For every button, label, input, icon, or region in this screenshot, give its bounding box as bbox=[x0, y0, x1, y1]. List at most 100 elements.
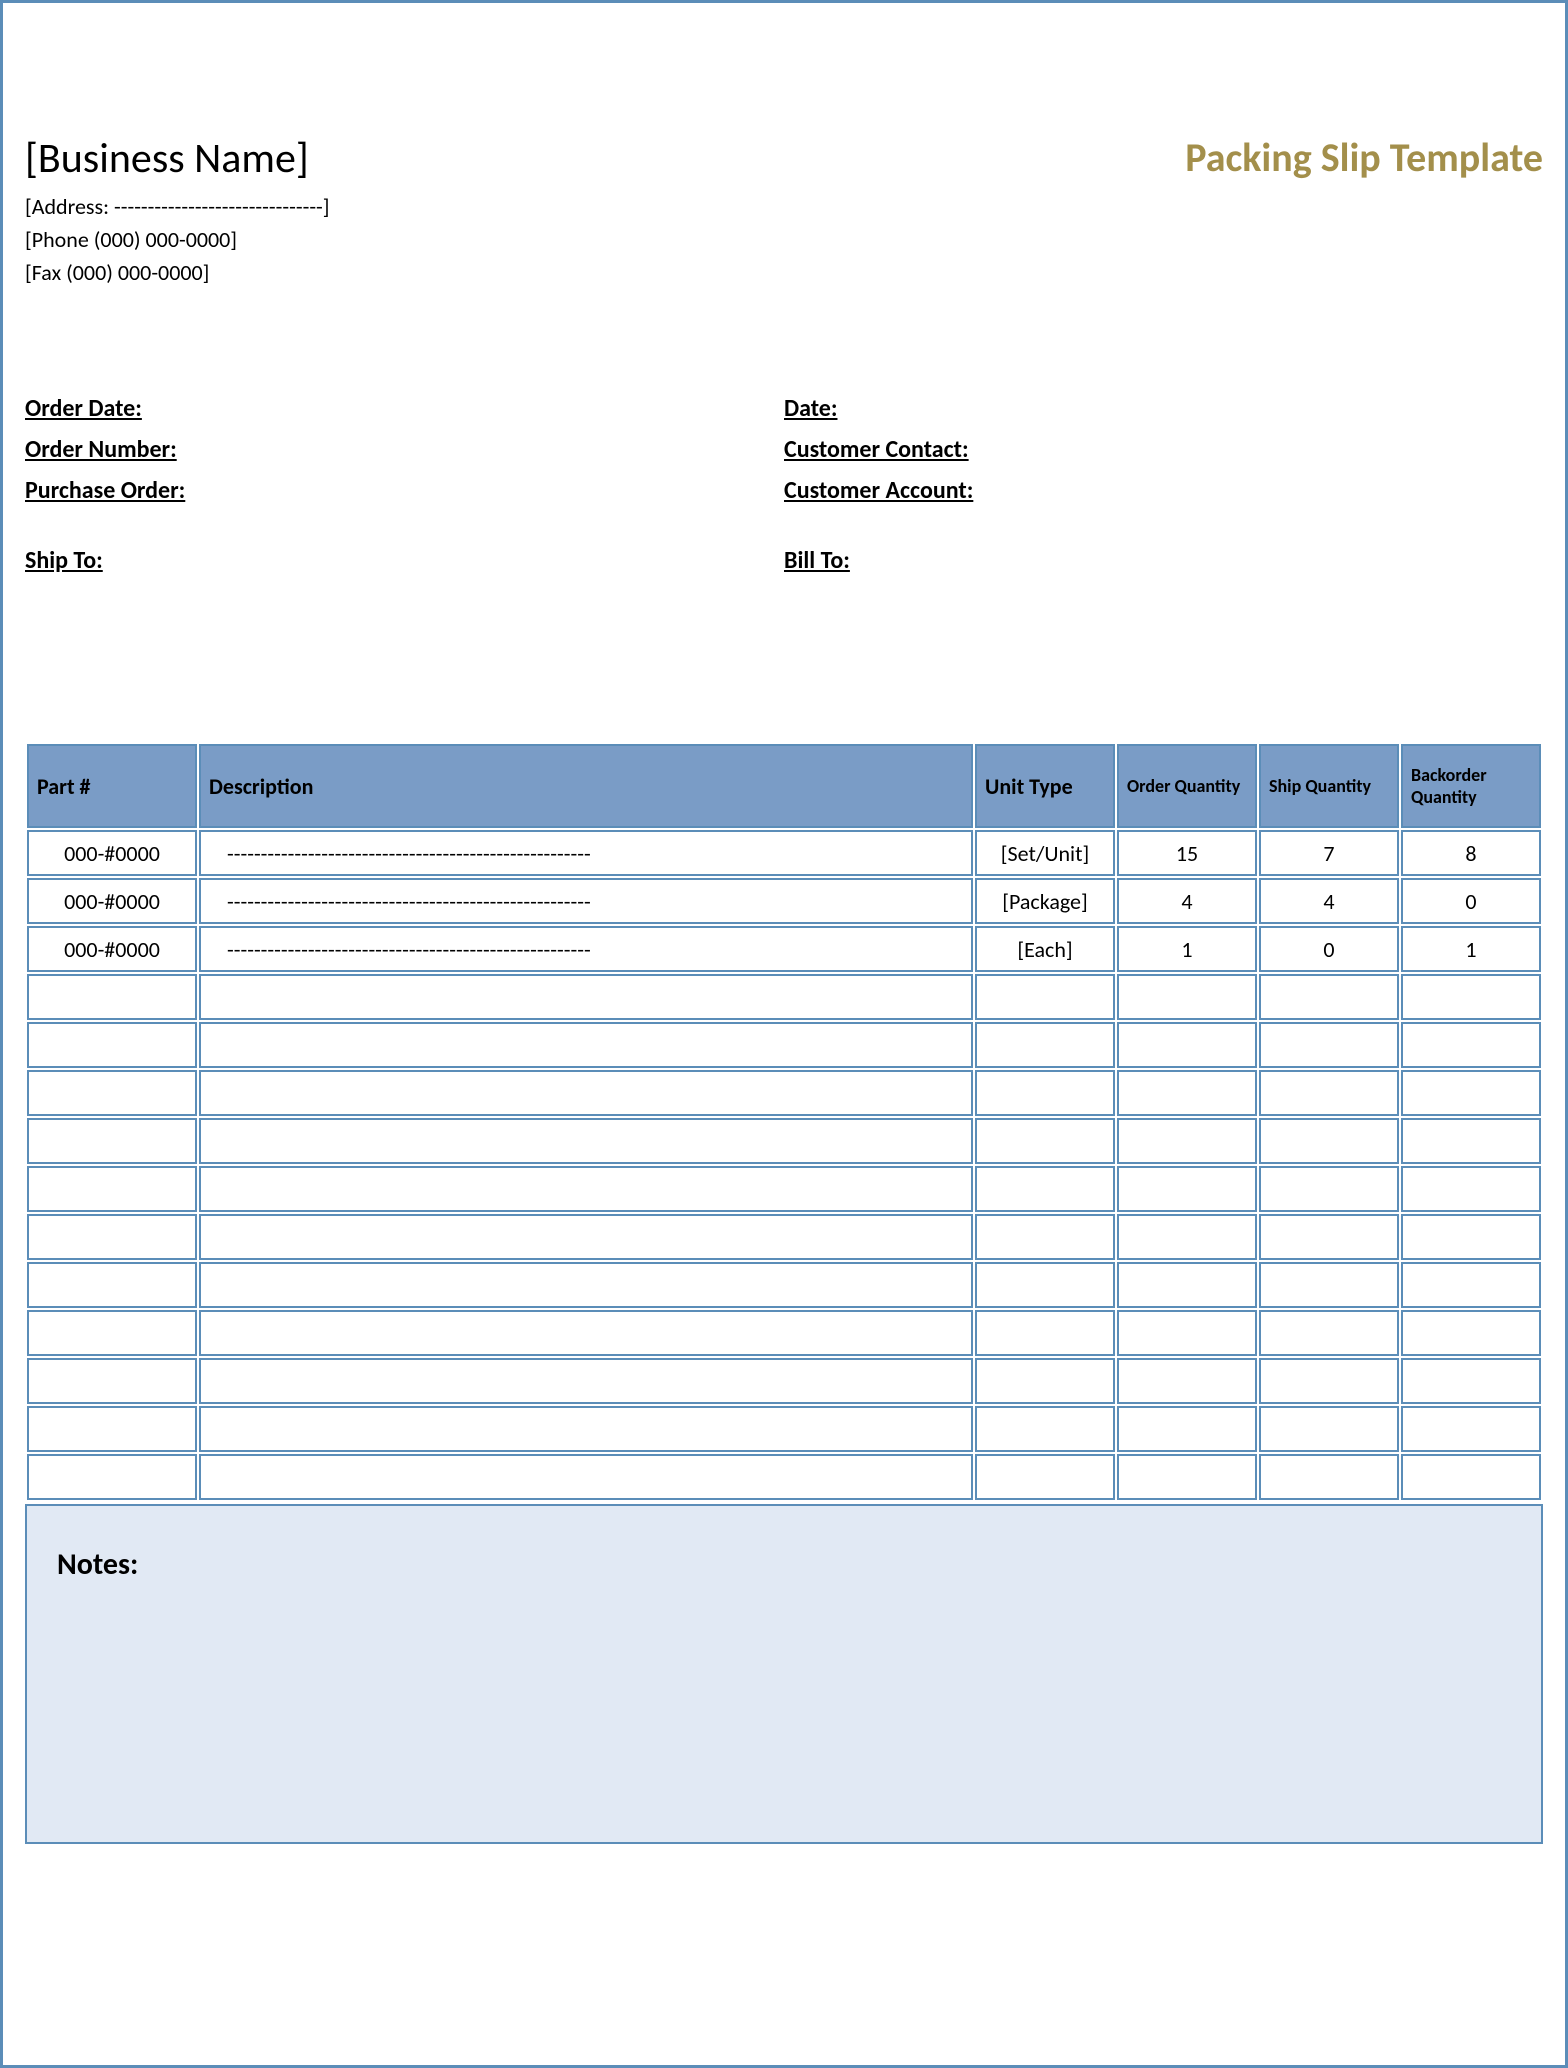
cell-empty bbox=[1401, 1454, 1541, 1500]
table-row: 000-#0000-------------------------------… bbox=[27, 926, 1541, 972]
cell-empty bbox=[27, 1118, 197, 1164]
cell-empty bbox=[27, 974, 197, 1020]
cell-empty bbox=[1259, 974, 1399, 1020]
cell-empty bbox=[1117, 1310, 1257, 1356]
cell-ship-qty: 7 bbox=[1259, 830, 1399, 876]
table-row bbox=[27, 974, 1541, 1020]
cell-empty bbox=[1401, 1310, 1541, 1356]
cell-backorder-qty: 0 bbox=[1401, 878, 1541, 924]
cell-empty bbox=[27, 1070, 197, 1116]
cell-empty bbox=[975, 1358, 1115, 1404]
cell-unit-type: [Set/Unit] bbox=[975, 830, 1115, 876]
cell-unit-type: [Each] bbox=[975, 926, 1115, 972]
cell-empty bbox=[27, 1166, 197, 1212]
cell-empty bbox=[1117, 1406, 1257, 1452]
cell-empty bbox=[1117, 1070, 1257, 1116]
page-border: [Business Name] [Address: --------------… bbox=[0, 0, 1568, 2068]
cell-empty bbox=[199, 1454, 973, 1500]
cell-empty bbox=[1117, 1118, 1257, 1164]
cell-empty bbox=[1259, 1262, 1399, 1308]
order-date-label: Order Date: bbox=[25, 389, 784, 430]
cell-empty bbox=[1117, 1166, 1257, 1212]
cell-part: 000-#0000 bbox=[27, 830, 197, 876]
cell-empty bbox=[1401, 1118, 1541, 1164]
cell-empty bbox=[1117, 1214, 1257, 1260]
bill-to-label: Bill To: bbox=[784, 541, 1543, 582]
cell-empty bbox=[1117, 1022, 1257, 1068]
cell-empty bbox=[975, 1214, 1115, 1260]
cell-empty bbox=[199, 974, 973, 1020]
cell-description: ----------------------------------------… bbox=[199, 926, 973, 972]
cell-empty bbox=[975, 1406, 1115, 1452]
cell-empty bbox=[199, 1358, 973, 1404]
cell-order-qty: 1 bbox=[1117, 926, 1257, 972]
cell-empty bbox=[1401, 1214, 1541, 1260]
table-row bbox=[27, 1166, 1541, 1212]
cell-empty bbox=[1401, 1406, 1541, 1452]
cell-unit-type: [Package] bbox=[975, 878, 1115, 924]
header-order-qty: Order Quantity bbox=[1117, 744, 1257, 828]
cell-empty bbox=[27, 1310, 197, 1356]
cell-empty bbox=[199, 1070, 973, 1116]
cell-empty bbox=[1117, 1262, 1257, 1308]
cell-empty bbox=[1259, 1166, 1399, 1212]
cell-empty bbox=[1117, 1358, 1257, 1404]
cell-empty bbox=[975, 1262, 1115, 1308]
cell-empty bbox=[1401, 1166, 1541, 1212]
cell-empty bbox=[975, 1310, 1115, 1356]
cell-empty bbox=[199, 1310, 973, 1356]
table-row bbox=[27, 1406, 1541, 1452]
cell-empty bbox=[1401, 974, 1541, 1020]
cell-empty bbox=[1117, 1454, 1257, 1500]
notes-block: Notes: bbox=[25, 1504, 1543, 1844]
cell-empty bbox=[1259, 1214, 1399, 1260]
address-line: [Address: ------------------------------… bbox=[25, 190, 330, 223]
cell-empty bbox=[1401, 1262, 1541, 1308]
cell-empty bbox=[975, 1454, 1115, 1500]
table-row bbox=[27, 1214, 1541, 1260]
cell-empty bbox=[1401, 1070, 1541, 1116]
business-block: [Business Name] [Address: --------------… bbox=[25, 133, 330, 289]
table-row: 000-#0000-------------------------------… bbox=[27, 878, 1541, 924]
cell-empty bbox=[1259, 1406, 1399, 1452]
cell-ship-qty: 4 bbox=[1259, 878, 1399, 924]
info-right-column: Date: Customer Contact: Customer Account… bbox=[784, 389, 1543, 582]
page-content: [Business Name] [Address: --------------… bbox=[13, 13, 1555, 2055]
cell-ship-qty: 0 bbox=[1259, 926, 1399, 972]
cell-empty bbox=[975, 1166, 1115, 1212]
table-row bbox=[27, 1454, 1541, 1500]
cell-empty bbox=[27, 1406, 197, 1452]
cell-empty bbox=[1259, 1118, 1399, 1164]
cell-backorder-qty: 1 bbox=[1401, 926, 1541, 972]
cell-empty bbox=[27, 1262, 197, 1308]
fax-line: [Fax (000) 000-0000] bbox=[25, 256, 330, 289]
cell-empty bbox=[1259, 1310, 1399, 1356]
cell-empty bbox=[1117, 974, 1257, 1020]
table-header-row: Part # Description Unit Type Order Quant… bbox=[27, 744, 1541, 828]
notes-label: Notes: bbox=[57, 1546, 1511, 1583]
document-title: Packing Slip Template bbox=[1185, 133, 1543, 182]
cell-empty bbox=[1259, 1454, 1399, 1500]
purchase-order-label: Purchase Order: bbox=[25, 471, 784, 512]
cell-empty bbox=[1401, 1358, 1541, 1404]
cell-empty bbox=[199, 1166, 973, 1212]
customer-account-label: Customer Account: bbox=[784, 471, 1543, 512]
business-name: [Business Name] bbox=[25, 133, 330, 184]
phone-line: [Phone (000) 000-0000] bbox=[25, 223, 330, 256]
table-row bbox=[27, 1358, 1541, 1404]
cell-empty bbox=[1259, 1070, 1399, 1116]
header-backorder-qty: Backorder Quantity bbox=[1401, 744, 1541, 828]
cell-empty bbox=[199, 1118, 973, 1164]
cell-empty bbox=[975, 974, 1115, 1020]
customer-contact-label: Customer Contact: bbox=[784, 430, 1543, 471]
cell-empty bbox=[27, 1358, 197, 1404]
cell-empty bbox=[1259, 1022, 1399, 1068]
cell-part: 000-#0000 bbox=[27, 878, 197, 924]
cell-empty bbox=[975, 1022, 1115, 1068]
table-row bbox=[27, 1022, 1541, 1068]
cell-empty bbox=[199, 1022, 973, 1068]
cell-empty bbox=[199, 1406, 973, 1452]
cell-empty bbox=[199, 1214, 973, 1260]
cell-empty bbox=[199, 1262, 973, 1308]
table-row bbox=[27, 1118, 1541, 1164]
